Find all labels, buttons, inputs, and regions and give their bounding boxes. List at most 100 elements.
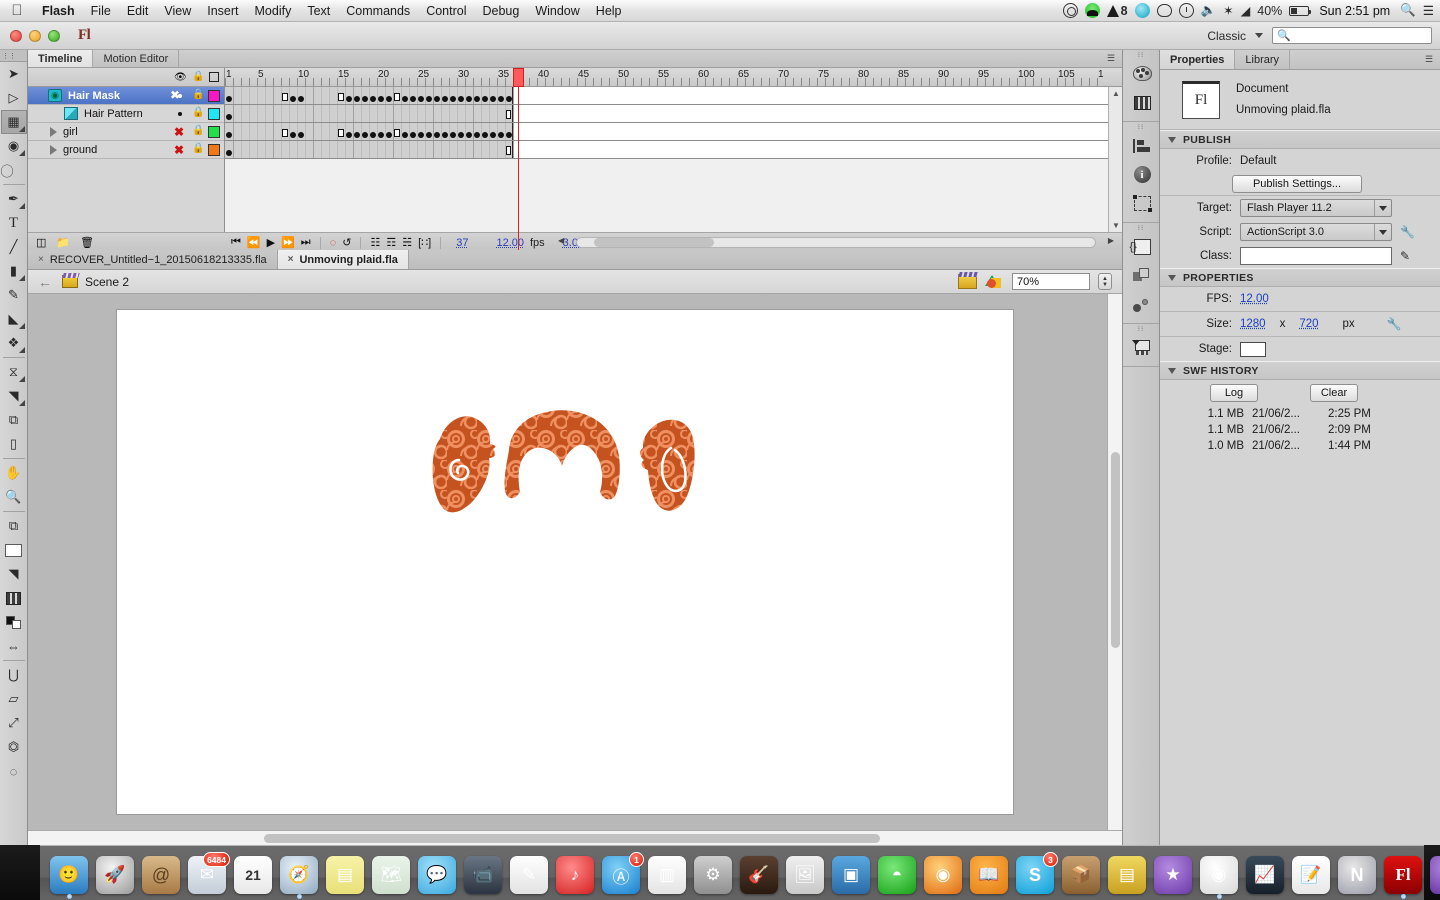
apple-menu-icon[interactable]:  [0, 3, 34, 18]
menu-item-help[interactable]: Help [588, 0, 630, 22]
keyframe-marker[interactable] [394, 129, 400, 137]
keyframe-marker[interactable] [458, 96, 464, 102]
keyframe-marker[interactable] [298, 96, 304, 102]
menu-item-modify[interactable]: Modify [247, 0, 300, 22]
layer-outline-color[interactable] [208, 144, 220, 156]
lock-icon[interactable]: 🔒 [192, 89, 204, 100]
bluetooth-icon[interactable]: ✶ [1223, 3, 1233, 18]
menu-item-control[interactable]: Control [418, 0, 474, 22]
keyframe-marker[interactable] [482, 132, 488, 138]
scene-name-label[interactable]: Scene 2 [85, 275, 129, 289]
selection-tool[interactable]: ➤ [1, 62, 27, 86]
zoom-level-input[interactable]: 70% [1012, 273, 1090, 290]
keyframe-marker[interactable] [402, 96, 408, 102]
brush-tool[interactable]: ◣ [1, 307, 27, 331]
dock-item-numbers[interactable]: ▥ [645, 853, 689, 897]
info-panel-icon[interactable]: i [1123, 160, 1161, 189]
layer-row-hair-pattern[interactable]: Hair Pattern 🔒 [28, 105, 224, 123]
eraser-tool[interactable]: ▯ [1, 432, 27, 456]
visibility-dot[interactable] [178, 94, 182, 98]
dock-item-garageband[interactable]: 🎸 [737, 853, 781, 897]
step-forward-button[interactable]: ⏩ [281, 236, 295, 249]
line-tool[interactable]: ╱ [1, 235, 27, 259]
minimize-window-button[interactable] [29, 30, 41, 42]
properties-section-header[interactable]: PROPERTIES [1160, 268, 1440, 287]
dock-item-audacity[interactable]: 🎧 [1427, 853, 1440, 897]
layer-row-hair-mask[interactable]: ◉ Hair Mask ✖ 🔒 [28, 87, 224, 105]
publish-settings-button[interactable]: Publish Settings... [1232, 175, 1362, 193]
frame-row[interactable] [225, 123, 1122, 141]
panel-group-grip[interactable]: ⁝⁝ [1123, 324, 1159, 333]
keyframe-marker[interactable] [434, 96, 440, 102]
swf-history-section-header[interactable]: SWF HISTORY [1160, 361, 1440, 380]
dock-item-textedit[interactable]: 📝 [1289, 853, 1333, 897]
dock-item-launchpad[interactable]: 🚀 [93, 853, 137, 897]
new-layer-icon[interactable]: ◫ [36, 236, 46, 249]
keyframe-marker[interactable] [290, 132, 296, 138]
canvas-horizontal-scrollbar[interactable] [28, 830, 1122, 845]
keyframe-marker[interactable] [338, 129, 344, 137]
dock-item-facetime[interactable]: 📹 [461, 853, 505, 897]
timeline-ruler[interactable]: 1510152025303540455055606570758085909510… [225, 68, 1122, 87]
keyframe-marker[interactable] [386, 96, 392, 102]
help-search-input[interactable]: 🔍 [1272, 27, 1432, 44]
keyframe-marker[interactable] [498, 96, 504, 102]
play-button[interactable]: ▶ [267, 236, 275, 249]
bone-tool[interactable]: ⧖ [1, 360, 27, 384]
keyframe-marker[interactable] [458, 132, 464, 138]
keyframe-marker[interactable] [466, 96, 472, 102]
dock-item-address-book[interactable]: @ [139, 853, 183, 897]
playhead[interactable] [513, 68, 524, 87]
distort-option-icon[interactable]: ⏣ [1, 735, 27, 759]
dock-item-imovie[interactable]: ★ [1151, 853, 1195, 897]
stage[interactable] [117, 310, 1013, 814]
behaviors-panel-icon[interactable] [1123, 290, 1161, 319]
dock-item-chrome[interactable]: ◉ [1197, 853, 1241, 897]
keyframe-marker[interactable] [506, 132, 512, 138]
frame-row[interactable] [225, 105, 1122, 123]
dock-item-notational-velocity[interactable]: N [1335, 853, 1379, 897]
frame-row[interactable] [225, 141, 1122, 159]
layer-name-hair-pattern[interactable]: Hair Pattern [84, 108, 143, 120]
alfred-icon[interactable]: 8 [1107, 4, 1128, 18]
text-tool[interactable]: T [1, 211, 27, 235]
onion-skin-outlines-icon[interactable]: ↺ [342, 236, 351, 249]
timeline-horizontal-scrollbar[interactable]: ◀ ▶ [556, 236, 1116, 249]
canvas-vertical-scrollbar[interactable] [1107, 294, 1122, 830]
fps-value-input[interactable]: 12.00 [1240, 293, 1269, 305]
swap-colors-icon[interactable]: ⇔ [1, 634, 27, 658]
keyframe-marker[interactable] [490, 96, 496, 102]
keyframe-marker[interactable] [474, 132, 480, 138]
goto-first-frame-button[interactable]: ⏮ [231, 236, 241, 249]
dock-item-messages[interactable]: 💬 [415, 853, 459, 897]
keyframe-marker[interactable] [490, 132, 496, 138]
dock-item-skype[interactable]: S3 [1013, 853, 1057, 897]
rectangle-tool[interactable]: ▮ [1, 259, 27, 283]
dock-item-keynote[interactable]: ▣ [829, 853, 873, 897]
keyframe-marker[interactable] [362, 132, 368, 138]
canvas-vscroll-thumb[interactable] [1111, 452, 1120, 648]
close-icon[interactable]: × [288, 254, 294, 265]
scroll-left-icon[interactable]: ◀ [558, 236, 564, 245]
chevron-down-icon[interactable] [1255, 33, 1263, 38]
swatches-panel-icon[interactable] [1123, 88, 1161, 117]
edit-multiple-frames-icon[interactable]: ☷ [370, 236, 380, 249]
pen-tool[interactable]: ✒ [1, 187, 27, 211]
class-input[interactable] [1240, 247, 1392, 265]
menu-item-flash[interactable]: Flash [34, 0, 83, 22]
panel-group-grip[interactable]: ⁝⁝ [1123, 122, 1159, 131]
battery-icon[interactable] [1289, 6, 1309, 16]
skew-option-icon[interactable]: ▱ [1, 687, 27, 711]
frame-rows[interactable] [225, 87, 1122, 252]
stage-width-input[interactable]: 1280 [1240, 318, 1266, 330]
keyframe-marker[interactable] [354, 132, 360, 138]
chevron-down-icon[interactable] [1374, 200, 1391, 216]
panel-group-grip[interactable]: ⁝⁝ [1123, 223, 1159, 232]
advanced-size-wrench-icon[interactable]: 🔧 [1387, 317, 1402, 331]
dock-item-scrivener[interactable]: 📦 [1059, 853, 1103, 897]
close-window-button[interactable] [10, 30, 22, 42]
tools-panel-grip[interactable]: ⋮⋮ [0, 50, 27, 62]
layer-outline-color[interactable] [208, 126, 220, 138]
layer-row-girl[interactable]: girl ✖ 🔒 [28, 123, 224, 141]
stage-canvas-area[interactable] [28, 294, 1122, 845]
